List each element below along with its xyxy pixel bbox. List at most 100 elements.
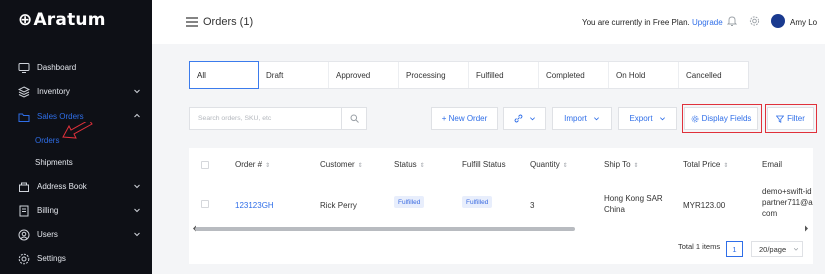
users-icon (18, 229, 30, 241)
billing-icon (19, 205, 29, 217)
select-all-checkbox[interactable] (201, 161, 209, 169)
sort-icon: ⇕ (723, 163, 729, 169)
header-label: Customer (320, 160, 355, 169)
chevron-down-icon (793, 247, 799, 251)
horizontal-scrollbar[interactable] (195, 227, 575, 231)
column-header-status[interactable]: Status ⇕ (394, 160, 425, 169)
chevron-down-icon (134, 184, 140, 189)
link-dropdown-button[interactable] (503, 107, 546, 130)
chevron-down-icon (134, 208, 140, 213)
sidebar-item-address-book[interactable]: Address Book (0, 178, 152, 196)
column-header-email: Email (762, 160, 782, 169)
header-label: Quantity (530, 160, 560, 169)
tab-on-hold[interactable]: On Hold (609, 62, 679, 88)
bell-icon[interactable] (727, 15, 737, 27)
email-line: demo+swift-id (762, 187, 812, 196)
sidebar-item-label: Billing (37, 206, 59, 215)
link-icon (514, 114, 522, 123)
header-label: Fulfill Status (462, 160, 506, 169)
email-line: com (762, 209, 778, 218)
sort-icon: ⇕ (419, 163, 425, 169)
upgrade-link[interactable]: Upgrade (692, 18, 723, 27)
total-items-label: Total 1 items (678, 242, 721, 251)
sidebar-subitem-shipments[interactable]: Shipments (35, 158, 73, 167)
tab-label: Processing (406, 70, 446, 80)
sidebar-item-settings[interactable]: Settings (0, 250, 152, 268)
email-cell: demo+swift-id partner711@a com (762, 186, 813, 219)
plan-text: You are currently in Free Plan. (582, 18, 690, 27)
new-order-button[interactable]: + New Order (431, 107, 498, 130)
chevron-down-icon (529, 117, 535, 121)
tab-label: On Hold (616, 70, 646, 80)
menu-icon[interactable] (186, 17, 198, 27)
annotation-arrow (62, 122, 93, 139)
chevron-down-icon (134, 89, 140, 94)
header-label: Ship To (604, 160, 631, 169)
tab-fulfilled[interactable]: Fulfilled (469, 62, 539, 88)
sidebar-subitem-orders[interactable]: Orders (35, 136, 59, 145)
column-header-ship-to[interactable]: Ship To ⇕ (604, 160, 639, 169)
ship-to-line: Hong Kong SAR (604, 194, 663, 203)
tab-processing[interactable]: Processing (399, 62, 469, 88)
sidebar-item-billing[interactable]: Billing (0, 202, 152, 220)
column-header-customer[interactable]: Customer ⇕ (320, 160, 363, 169)
sidebar-item-label: Address Book (37, 182, 87, 191)
chevron-up-icon (134, 113, 140, 118)
quantity-cell: 3 (530, 201, 535, 210)
sidebar-item-label: Settings (37, 254, 66, 263)
tab-completed[interactable]: Completed (539, 62, 609, 88)
search-placeholder: Search orders, SKU, etc (198, 115, 272, 122)
scroll-right-icon[interactable] (804, 225, 809, 232)
sales-orders-icon (18, 113, 30, 122)
chevron-down-icon (659, 117, 665, 121)
tab-label: Completed (546, 70, 585, 80)
tab-label: Cancelled (686, 70, 722, 80)
sort-icon: ⇕ (265, 163, 271, 169)
tab-all[interactable]: All (189, 61, 259, 89)
export-button[interactable]: Export (618, 107, 677, 130)
button-label: Export (629, 114, 653, 123)
import-button[interactable]: Import (552, 107, 612, 130)
gear-icon[interactable] (749, 15, 760, 27)
sidebar-item-dashboard[interactable]: Dashboard (0, 59, 152, 77)
column-header-order[interactable]: Order # ⇕ (235, 160, 270, 169)
page-size-select[interactable]: 20/page (751, 241, 803, 257)
tab-approved[interactable]: Approved (329, 62, 399, 88)
sidebar-item-inventory[interactable]: Inventory (0, 83, 152, 101)
orders-table: Order # ⇕ Customer ⇕ Status ⇕ Fulfill Statu… (189, 148, 813, 264)
sort-icon: ⇕ (562, 163, 568, 169)
tab-label: Draft (266, 70, 284, 80)
button-label: + New Order (441, 114, 488, 123)
column-header-total-price[interactable]: Total Price ⇕ (683, 160, 728, 169)
customer-cell: Rick Perry (320, 201, 357, 210)
ship-to-cell: Hong Kong SAR China (604, 193, 663, 215)
tab-draft[interactable]: Draft (259, 62, 329, 88)
search-button[interactable] (341, 108, 366, 129)
highlight-box (765, 104, 817, 133)
app-logo[interactable]: ⊕Aratum (18, 10, 106, 30)
status-badge: Fulfilled (394, 196, 425, 208)
sidebar-item-label: Dashboard (37, 63, 77, 72)
plan-notice: You are currently in Free Plan. Upgrade (582, 18, 723, 27)
page-number-button[interactable]: 1 (726, 241, 743, 257)
button-label: Import (564, 114, 587, 123)
dashboard-icon (18, 63, 30, 73)
address-book-icon (19, 182, 29, 192)
ship-to-line: China (604, 205, 625, 214)
page-size-value: 20/page (759, 244, 787, 254)
sort-icon: ⇕ (357, 163, 363, 169)
row-checkbox[interactable] (201, 200, 209, 208)
email-line: partner711@a (762, 198, 813, 207)
column-header-fulfill-status: Fulfill Status (462, 160, 506, 169)
user-name[interactable]: Amy Lo (790, 18, 817, 27)
search-input[interactable]: Search orders, SKU, etc (189, 107, 367, 130)
sidebar-item-users[interactable]: Users (0, 226, 152, 244)
page-title: Orders (1) (203, 16, 254, 28)
sidebar-item-label: Inventory (37, 87, 70, 96)
header-label: Email (762, 160, 783, 169)
avatar[interactable] (771, 14, 785, 28)
inventory-icon (18, 86, 30, 98)
order-number-link[interactable]: 123123GH (235, 201, 274, 210)
tab-cancelled[interactable]: Cancelled (679, 62, 749, 88)
column-header-quantity[interactable]: Quantity ⇕ (530, 160, 568, 169)
